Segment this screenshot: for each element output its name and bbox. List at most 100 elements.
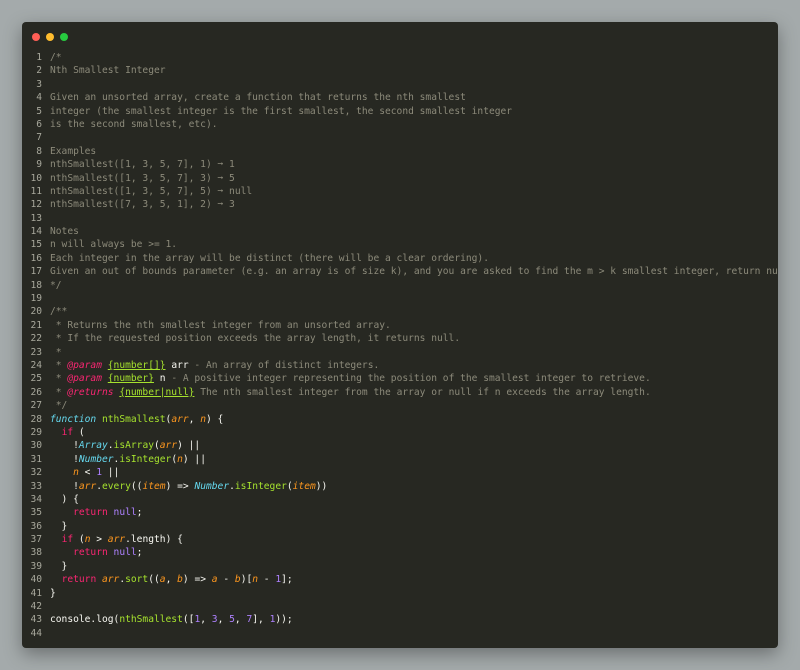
line-text: nthSmallest([1, 3, 5, 7], 3) ➞ 5	[50, 172, 235, 184]
line-number: 18	[30, 279, 42, 291]
code-line: 7	[22, 131, 778, 144]
line-text: ) {	[50, 493, 79, 505]
line-number: 15	[30, 239, 42, 251]
code-line: 23 *	[22, 346, 778, 359]
line-number: 17	[30, 266, 42, 278]
line-number: 33	[30, 480, 42, 492]
code-line: 9 nthSmallest([1, 3, 5, 7], 1) ➞ 1	[22, 158, 778, 171]
line-number: 30	[30, 440, 42, 452]
code-line: 3	[22, 78, 778, 91]
line-number: 7	[36, 132, 42, 144]
line-number: 14	[30, 226, 42, 238]
line-text: */	[50, 279, 62, 291]
code-line: 17 Given an out of bounds parameter (e.g.…	[22, 265, 778, 278]
line-text	[42, 600, 778, 613]
line-text: *	[50, 346, 62, 358]
line-number: 35	[30, 507, 42, 519]
line-number: 13	[30, 212, 42, 224]
line-number: 26	[30, 386, 42, 398]
line-text: Given an unsorted array, create a functi…	[50, 92, 466, 104]
line-text	[42, 78, 778, 91]
line-number: 20	[30, 306, 42, 318]
code-line: 30 !Array.isArray(arr) ||	[22, 439, 778, 452]
code-line: 20 /**	[22, 305, 778, 318]
line-number: 44	[30, 627, 42, 639]
line-text: is the second smallest, etc).	[50, 118, 218, 130]
code-line: 41}	[22, 587, 778, 600]
line-number: 36	[30, 520, 42, 532]
line-number: 8	[36, 145, 42, 157]
line-number: 34	[30, 493, 42, 505]
line-text: n will always be >= 1.	[50, 239, 178, 251]
line-text	[42, 627, 778, 640]
line-text: /*	[50, 52, 62, 63]
line-number: 39	[30, 560, 42, 572]
window-titlebar	[22, 22, 778, 50]
line-text: if (n > arr.length) {	[61, 534, 183, 546]
code-line: 40 return arr.sort((a, b) => a - b)[n - …	[22, 573, 778, 586]
code-line: 22 * If the requested position exceeds t…	[22, 332, 778, 345]
code-line: 1 /*	[22, 51, 778, 64]
line-text: n < 1 ||	[73, 467, 120, 479]
code-line: 27 */	[22, 399, 778, 412]
line-text: Notes	[50, 226, 79, 238]
code-line: 33 !arr.every((item) => Number.isInteger…	[22, 480, 778, 493]
code-line: 14 Notes	[22, 225, 778, 238]
code-line: 15 n will always be >= 1.	[22, 238, 778, 251]
code-line: 2 Nth Smallest Integer	[22, 64, 778, 77]
close-window-icon[interactable]	[32, 33, 40, 41]
code-line: 24 * @param {number[]} arr - An array of…	[22, 359, 778, 372]
code-line: 43 console.log(nthSmallest([1, 3, 5, 7], …	[22, 613, 778, 626]
line-number: 38	[30, 547, 42, 559]
line-number: 19	[30, 293, 42, 305]
line-text	[42, 131, 778, 144]
code-line: 25 * @param {number} n - A positive inte…	[22, 372, 778, 385]
line-number: 1	[36, 52, 42, 63]
code-line: 26 * @returns {number|null} The nth smal…	[22, 386, 778, 399]
line-number: 12	[30, 199, 42, 211]
line-text: !arr.every((item) => Number.isInteger(it…	[50, 480, 328, 492]
code-line: 37 if (n > arr.length) {	[22, 533, 778, 546]
line-number: 5	[36, 105, 42, 117]
code-line: 42	[22, 600, 778, 613]
line-text: /**	[50, 306, 68, 318]
line-text: console.log(nthSmallest([1, 3, 5, 7], 1)…	[50, 614, 293, 626]
code-line: 8 Examples	[22, 145, 778, 158]
maximize-window-icon[interactable]	[60, 33, 68, 41]
line-text: }	[50, 587, 56, 599]
line-number: 40	[30, 574, 42, 586]
line-number: 32	[30, 467, 42, 479]
line-number: 37	[30, 534, 42, 546]
line-number: 11	[30, 185, 42, 197]
line-text: !Array.isArray(arr) ||	[50, 440, 201, 452]
line-number: 9	[36, 159, 42, 171]
code-line: 5 integer (the smallest integer is the fi…	[22, 105, 778, 118]
code-line: 35 return null;	[22, 506, 778, 519]
line-text: nthSmallest([1, 3, 5, 7], 5) ➞ null	[50, 185, 253, 197]
line-number: 27	[30, 400, 42, 412]
line-number: 28	[30, 413, 42, 425]
code-line: 6 is the second smallest, etc).	[22, 118, 778, 131]
code-line: 19	[22, 292, 778, 305]
line-number: 2	[36, 65, 42, 77]
line-text	[42, 212, 778, 225]
line-text	[42, 292, 778, 305]
line-number: 23	[30, 346, 42, 358]
line-text: nthSmallest([1, 3, 5, 7], 1) ➞ 1	[50, 159, 235, 171]
line-number: 16	[30, 252, 42, 264]
code-line: 31 !Number.isInteger(n) ||	[22, 453, 778, 466]
minimize-window-icon[interactable]	[46, 33, 54, 41]
code-window: 1 /* 2 Nth Smallest Integer 3 4 Given an unsor…	[22, 22, 778, 648]
line-number: 25	[30, 373, 42, 385]
code-editor[interactable]: 1 /* 2 Nth Smallest Integer 3 4 Given an unsor…	[22, 51, 778, 640]
code-line: 21 * Returns the nth smallest integer fr…	[22, 319, 778, 332]
line-text: Nth Smallest Integer	[50, 65, 166, 77]
code-line: 28 function nthSmallest(arr, n) {	[22, 413, 778, 426]
line-number: 22	[30, 333, 42, 345]
line-text: Examples	[50, 145, 97, 157]
line-number: 31	[30, 453, 42, 465]
line-number: 41	[30, 587, 42, 599]
code-line: 38 return null;	[22, 546, 778, 559]
line-number: 42	[30, 601, 42, 613]
line-text: * @param {number} n - A positive integer…	[50, 373, 651, 385]
